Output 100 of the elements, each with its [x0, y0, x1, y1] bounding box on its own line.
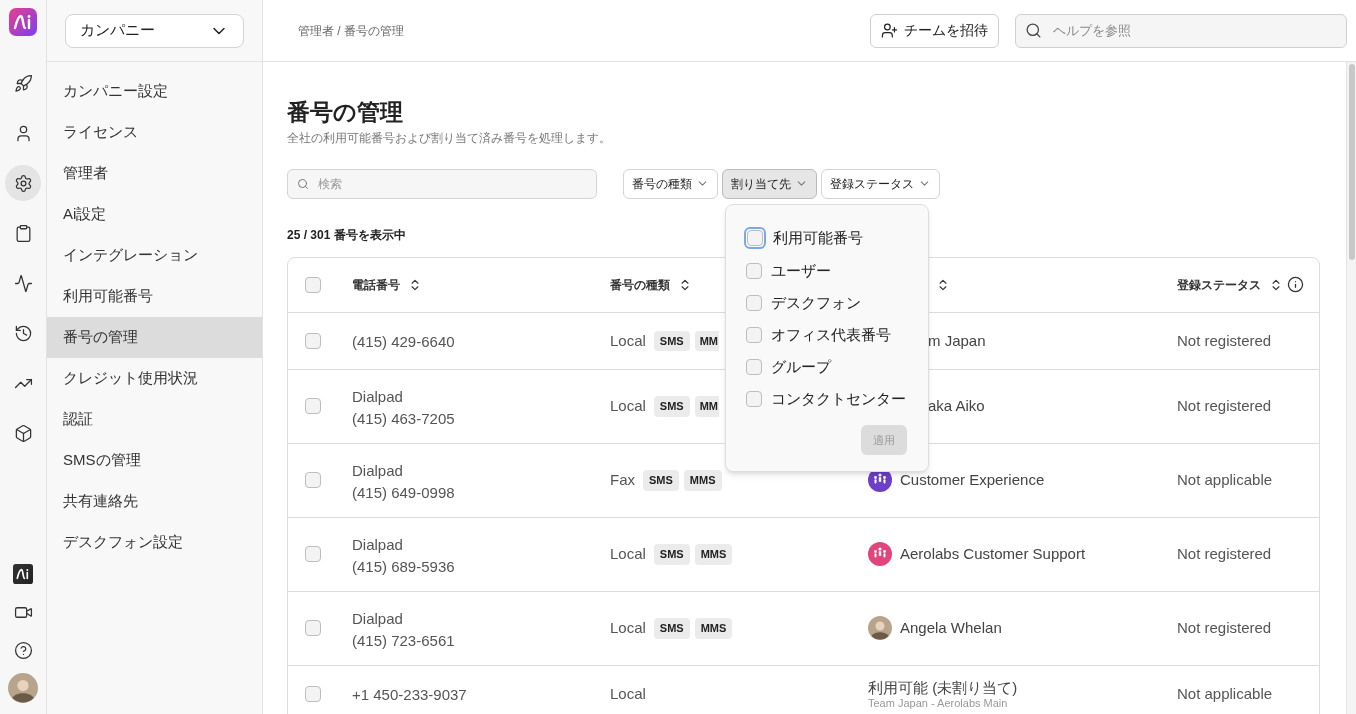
- search-field[interactable]: 検索: [287, 168, 597, 199]
- registration-status: Not registered: [1177, 544, 1273, 564]
- phone-number: (415) 723-6561: [352, 630, 456, 651]
- filter-option[interactable]: ユーザー: [771, 261, 831, 280]
- checkbox[interactable]: [746, 390, 762, 407]
- sidebar-item[interactable]: 共有連絡先: [47, 481, 262, 522]
- assignee-name: aka Aiko: [928, 396, 985, 416]
- registration-status: Not applicable: [1177, 683, 1274, 704]
- filter-option[interactable]: デスクフォン: [771, 293, 861, 312]
- rocket-icon: [13, 73, 33, 93]
- invite-button[interactable]: チームを招待: [870, 13, 999, 48]
- rail-button[interactable]: [5, 670, 41, 706]
- pulse-icon: [13, 273, 33, 293]
- sidebar-item[interactable]: デスクフォン設定: [47, 522, 262, 563]
- capability-tag: SMS: [653, 618, 690, 639]
- capability-tag: SMS: [653, 544, 690, 565]
- checkbox[interactable]: [746, 358, 762, 375]
- capability-tag: SMS: [653, 330, 690, 351]
- number-type: Local: [610, 396, 646, 416]
- phone-number: +1 450-233-9037: [352, 685, 468, 706]
- assignee-name: Angela Whelan: [900, 618, 1002, 638]
- capability-tag: SMS: [643, 470, 679, 491]
- checkbox[interactable]: [746, 262, 762, 279]
- column-header: 登録ステータス: [1177, 276, 1261, 294]
- checkbox[interactable]: [305, 472, 321, 489]
- filter-dropdown[interactable]: 登録ステータス: [821, 168, 940, 199]
- scrollbar[interactable]: [1346, 62, 1356, 714]
- capability-tag: MMS: [694, 544, 733, 565]
- sidebar-item[interactable]: クレジット使用状況: [47, 358, 262, 399]
- filter-option[interactable]: グループ: [771, 357, 831, 376]
- assignee-name: m Japan: [928, 330, 986, 351]
- cube-icon: [13, 423, 33, 443]
- sidebar-item[interactable]: 管理者: [47, 153, 262, 194]
- registration-status: Not applicable: [1177, 470, 1274, 490]
- filter-option[interactable]: オフィス代表番号: [771, 325, 891, 344]
- capability-tag: MMS: [694, 618, 733, 639]
- capability-tag: MM: [694, 330, 720, 351]
- sidebar-item[interactable]: ライセンス: [47, 112, 262, 153]
- column-header: 番号の種類: [610, 276, 670, 294]
- add-user-icon: [881, 22, 898, 39]
- info-icon[interactable]: [1287, 276, 1304, 294]
- phone-number: (415) 689-5936: [352, 556, 456, 577]
- registration-status: Not registered: [1177, 396, 1273, 416]
- number-type: Local: [610, 544, 646, 564]
- number-type: Local: [610, 330, 646, 351]
- sidebar-item[interactable]: Ai設定: [47, 194, 262, 235]
- phone-number: (415) 649-0998: [352, 482, 456, 503]
- result-count: 25 / 301 番号を表示中: [287, 226, 406, 244]
- filter-dropdown[interactable]: 番号の種類: [623, 168, 718, 199]
- search-icon: [1025, 21, 1042, 39]
- checkbox[interactable]: [746, 326, 762, 343]
- assignee-name: Customer Experience: [900, 470, 1045, 490]
- checkbox[interactable]: [305, 332, 321, 349]
- checkbox[interactable]: [746, 294, 762, 311]
- search-icon: [297, 177, 309, 190]
- history-icon: [13, 323, 33, 343]
- breadcrumb: 管理者 / 番号の管理: [298, 22, 405, 40]
- app-logo[interactable]: [9, 8, 37, 36]
- number-type: Local: [610, 618, 646, 638]
- registration-status: Not registered: [1177, 618, 1273, 638]
- help-icon: [13, 640, 33, 660]
- assignee-name: 利用可能 (未割り当て): [868, 678, 1019, 697]
- phone-number: (415) 429-6640: [352, 332, 456, 353]
- number-type: Local: [610, 683, 646, 704]
- sidebar-item[interactable]: 認証: [47, 399, 262, 440]
- provider-name: Dialpad: [352, 386, 404, 407]
- help-search-field[interactable]: ヘルプを参照: [1015, 13, 1347, 48]
- assignee-detail: Team Japan - Aerolabs Main: [868, 696, 1009, 709]
- filter-dropdown[interactable]: 割り当て先: [722, 168, 817, 199]
- filter-option[interactable]: 利用可能番号: [773, 228, 863, 247]
- provider-name: Dialpad: [352, 460, 404, 481]
- rail-button[interactable]: [5, 165, 41, 201]
- capability-tag: MMS: [683, 470, 722, 491]
- number-type: Fax: [610, 470, 635, 490]
- checkbox[interactable]: [305, 620, 321, 637]
- checkbox[interactable]: [305, 546, 321, 563]
- filter-option[interactable]: コンタクトセンター: [771, 389, 906, 408]
- registration-status: Not registered: [1177, 330, 1273, 351]
- workspace-select[interactable]: カンパニー: [65, 13, 244, 48]
- checkbox[interactable]: [305, 685, 321, 702]
- sidebar-item[interactable]: インテグレーション: [47, 235, 262, 276]
- provider-name: Dialpad: [352, 608, 404, 629]
- sidebar-item[interactable]: 利用可能番号: [47, 276, 262, 317]
- column-header: 電話番号: [352, 276, 400, 294]
- capability-tag: SMS: [653, 396, 690, 417]
- phone-number: (415) 463-7205: [352, 408, 456, 429]
- checkbox[interactable]: [305, 276, 321, 293]
- checkbox[interactable]: [305, 398, 321, 415]
- brand-icon[interactable]: [13, 564, 33, 584]
- sidebar-item[interactable]: 番号の管理: [47, 317, 262, 358]
- sidebar-item[interactable]: カンパニー設定: [47, 71, 262, 112]
- user-avatar: [8, 673, 38, 703]
- person-avatar: [868, 616, 892, 641]
- sidebar-item[interactable]: SMSの管理: [47, 440, 262, 481]
- page-subtitle: 全社の利用可能番号および割り当て済み番号を処理します。: [287, 129, 612, 147]
- assignee-name: Aerolabs Customer Support: [900, 544, 1086, 564]
- page-title: 番号の管理: [287, 98, 404, 127]
- capability-tag: MM: [694, 396, 720, 417]
- settings-icon: [13, 173, 33, 193]
- provider-name: Dialpad: [352, 534, 404, 555]
